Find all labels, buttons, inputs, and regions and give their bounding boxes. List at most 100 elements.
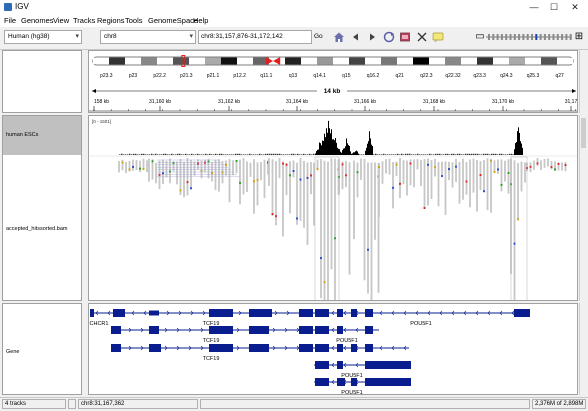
coverage-bar xyxy=(520,141,521,155)
ideogram-band[interactable] xyxy=(381,57,397,65)
forward-icon[interactable] xyxy=(366,31,378,43)
ideogram-band[interactable] xyxy=(237,57,253,65)
zoom-level-tick[interactable] xyxy=(569,34,572,40)
back-icon[interactable] xyxy=(350,31,362,43)
home-icon[interactable] xyxy=(333,31,345,43)
zoom-level-tick[interactable] xyxy=(543,34,546,40)
scroll-thumb[interactable] xyxy=(581,118,586,148)
chromosome-select[interactable]: chr8 ▾ xyxy=(100,30,196,44)
menu-genomes[interactable]: Genomes xyxy=(21,16,54,25)
gene-track[interactable]: CHCR1 TCF19 POU5F1 TCF19 POU5F1 TCF19 POU5F1 PO… xyxy=(89,304,578,395)
gene-feature[interactable]: TCF19 xyxy=(111,326,314,344)
ideogram-band[interactable] xyxy=(493,57,509,65)
ideogram-band[interactable] xyxy=(109,57,125,65)
ideogram-band[interactable] xyxy=(365,57,381,65)
band-label: p12.2 xyxy=(233,73,246,79)
feature-scrollbar[interactable] xyxy=(579,303,587,395)
zoom-level-tick[interactable] xyxy=(505,34,508,40)
resize-icon[interactable] xyxy=(416,31,428,43)
zoom-level-tick[interactable] xyxy=(565,34,568,40)
feature-panel[interactable]: CHCR1 TCF19 POU5F1 TCF19 POU5F1 TCF19 POU5F1 PO… xyxy=(88,303,578,395)
genome-select[interactable]: Human (hg38) ▾ xyxy=(4,30,82,44)
zoom-level-tick[interactable] xyxy=(556,34,559,40)
gene-feature[interactable]: POU5F1 xyxy=(314,378,411,395)
minimize-button[interactable]: — xyxy=(523,0,545,15)
menu-genomespace[interactable]: GenomeSpace xyxy=(148,16,198,25)
zoom-level-tick[interactable] xyxy=(561,34,564,40)
ideogram-band[interactable] xyxy=(317,57,333,65)
gene-feature[interactable]: POU5F1 xyxy=(314,361,411,379)
alignment-track[interactable] xyxy=(118,156,567,301)
ideogram-band[interactable] xyxy=(525,57,541,65)
zoom-level-tick[interactable] xyxy=(552,34,555,40)
menu-file[interactable]: File xyxy=(4,16,16,25)
ideogram-band[interactable] xyxy=(445,57,461,65)
ideogram-band[interactable] xyxy=(157,57,173,65)
menu-regions[interactable]: Regions xyxy=(97,16,125,25)
chromosome-ideogram[interactable]: p23.3 p23 p22.2 p21.3 p21.1 p12.2 q11.1 q13 q14.… xyxy=(89,51,578,113)
ideogram-band[interactable] xyxy=(461,57,477,65)
ideogram-band[interactable] xyxy=(349,57,365,65)
ideogram-band[interactable] xyxy=(221,57,237,65)
ideogram-band[interactable] xyxy=(557,57,573,65)
zoom-level-tick[interactable] xyxy=(492,34,495,40)
data-scrollbar[interactable] xyxy=(579,115,587,301)
ideogram-band[interactable] xyxy=(141,57,157,65)
ideogram-band[interactable] xyxy=(189,57,205,65)
zoom-level-tick[interactable] xyxy=(535,34,538,40)
ideogram-band[interactable] xyxy=(397,57,413,65)
zoom-in-icon[interactable]: ⊞ xyxy=(573,31,585,43)
zoom-level-tick[interactable] xyxy=(548,34,551,40)
header-scrollbar[interactable] xyxy=(579,50,587,113)
gene-feature[interactable] xyxy=(314,344,409,352)
ideogram-band[interactable] xyxy=(429,57,445,65)
gene-feature[interactable]: POU5F1 xyxy=(314,309,530,327)
data-panel[interactable]: [0 - 1501] xyxy=(88,115,578,301)
zoom-level-tick[interactable] xyxy=(531,34,533,40)
close-window-button[interactable]: ✕ xyxy=(564,0,586,15)
menu-tools[interactable]: Tools xyxy=(125,16,143,25)
ideogram-band[interactable] xyxy=(477,57,493,65)
zoom-level-tick[interactable] xyxy=(522,34,525,40)
ideogram-band[interactable] xyxy=(541,57,557,65)
zoom-slider[interactable] xyxy=(486,34,572,40)
zoom-level-tick[interactable] xyxy=(488,34,490,40)
menu-view[interactable]: View xyxy=(53,16,69,25)
ideogram-band[interactable] xyxy=(93,57,109,65)
popup-text-icon[interactable] xyxy=(432,31,444,43)
maximize-button[interactable]: ☐ xyxy=(543,0,565,15)
alignment-track-name[interactable]: accepted_hitssorted.bam xyxy=(6,226,67,232)
ideogram-band[interactable] xyxy=(301,57,317,65)
gene-track-name[interactable]: Gene xyxy=(6,349,19,355)
ideogram-band[interactable] xyxy=(285,57,301,65)
gene-feature[interactable]: POU5F1 xyxy=(314,326,379,344)
ideogram-band[interactable] xyxy=(125,57,141,65)
menu-help[interactable]: Help xyxy=(193,16,208,25)
zoom-level-tick[interactable] xyxy=(539,34,542,40)
go-button[interactable]: Go xyxy=(314,30,328,44)
gene-feature[interactable]: TCF19 xyxy=(111,344,314,362)
coverage-track-name[interactable]: human ESCs xyxy=(6,132,38,138)
zoom-level-tick[interactable] xyxy=(509,34,512,40)
zoom-level-tick[interactable] xyxy=(496,34,499,40)
alignment-view[interactable]: [0 - 1501] xyxy=(89,116,578,301)
ideogram-band[interactable] xyxy=(333,57,349,65)
refresh-icon[interactable] xyxy=(383,31,395,43)
gene-feature[interactable]: CHCR1 xyxy=(90,309,149,327)
region-of-interest-icon[interactable] xyxy=(399,31,411,43)
ideogram-band[interactable] xyxy=(413,57,429,65)
zoom-level-tick[interactable] xyxy=(526,34,529,40)
zoom-level-tick[interactable] xyxy=(518,34,521,40)
mismatch-mark xyxy=(235,159,238,162)
zoom-level-tick[interactable] xyxy=(513,34,516,40)
zoom-level-tick[interactable] xyxy=(500,34,503,40)
ideogram-band[interactable] xyxy=(205,57,221,65)
locus-input[interactable]: chr8:31,157,876-31,172,142 xyxy=(198,30,312,44)
ideogram-band[interactable] xyxy=(173,57,189,65)
ideogram-ruler-panel[interactable]: p23.3 p23 p22.2 p21.3 p21.1 p12.2 q11.1 q13 q14.… xyxy=(88,50,578,113)
gene-feature[interactable]: TCF19 xyxy=(149,309,314,327)
zoom-out-icon[interactable]: ▭ xyxy=(474,31,486,43)
ideogram-band[interactable] xyxy=(509,57,525,65)
menu-tracks[interactable]: Tracks xyxy=(73,16,95,25)
coverage-track[interactable] xyxy=(119,120,523,155)
